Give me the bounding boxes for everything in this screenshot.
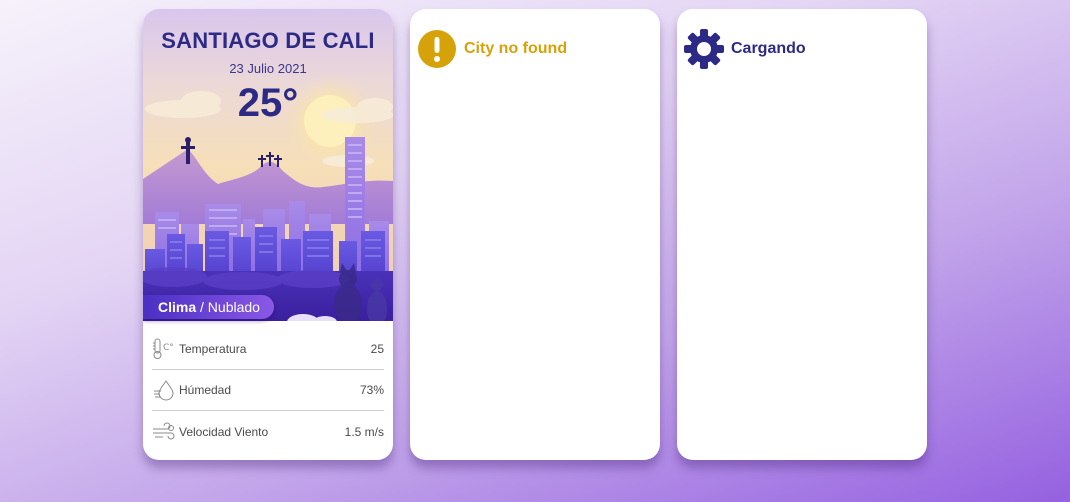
exclamation-circle-icon xyxy=(418,30,456,68)
loading-message: Cargando xyxy=(731,40,806,57)
temperature-display: 25° xyxy=(237,81,299,125)
thermometer-icon: C° xyxy=(153,338,174,359)
gear-icon xyxy=(684,29,724,69)
detail-value: 1.5 m/s xyxy=(344,424,384,439)
error-status: City no found xyxy=(417,29,567,69)
weather-details-list: C° Temperatura 25 Húmedad 73% Velocidad … xyxy=(152,329,384,452)
date-label: 23 Julio 2021 xyxy=(229,61,307,76)
condition-badge: Clima / Nublado xyxy=(143,295,274,319)
weather-card: SANTIAGO DE CALI 23 Julio 2021 25° Clima… xyxy=(143,9,393,460)
loading-card: Cargando xyxy=(677,9,927,460)
city-name: SANTIAGO DE CALI xyxy=(161,28,375,53)
condition-label: Clima xyxy=(158,299,197,315)
detail-label: Húmedad xyxy=(179,383,232,397)
condition-value: Nublado xyxy=(207,299,260,315)
detail-row-temperature: C° Temperatura 25 xyxy=(152,329,384,370)
detail-label: Temperatura xyxy=(179,342,247,356)
condition-separator: / xyxy=(196,299,208,315)
weather-hero-illustration: SANTIAGO DE CALI 23 Julio 2021 25° Clima… xyxy=(143,9,393,321)
detail-value: 73% xyxy=(359,383,384,397)
detail-row-wind: Velocidad Viento 1.5 m/s xyxy=(152,411,384,452)
detail-label: Velocidad Viento xyxy=(179,424,269,439)
detail-value: 25 xyxy=(370,342,384,356)
error-message: City no found xyxy=(464,40,568,57)
svg-text:C°: C° xyxy=(163,343,174,353)
error-card: City no found xyxy=(410,9,660,460)
wind-icon xyxy=(153,422,175,439)
humidity-drop-icon xyxy=(154,380,174,401)
detail-row-humidity: Húmedad 73% xyxy=(152,370,384,411)
city-skyline-illustration xyxy=(143,9,393,321)
loading-status: Cargando xyxy=(684,29,806,69)
